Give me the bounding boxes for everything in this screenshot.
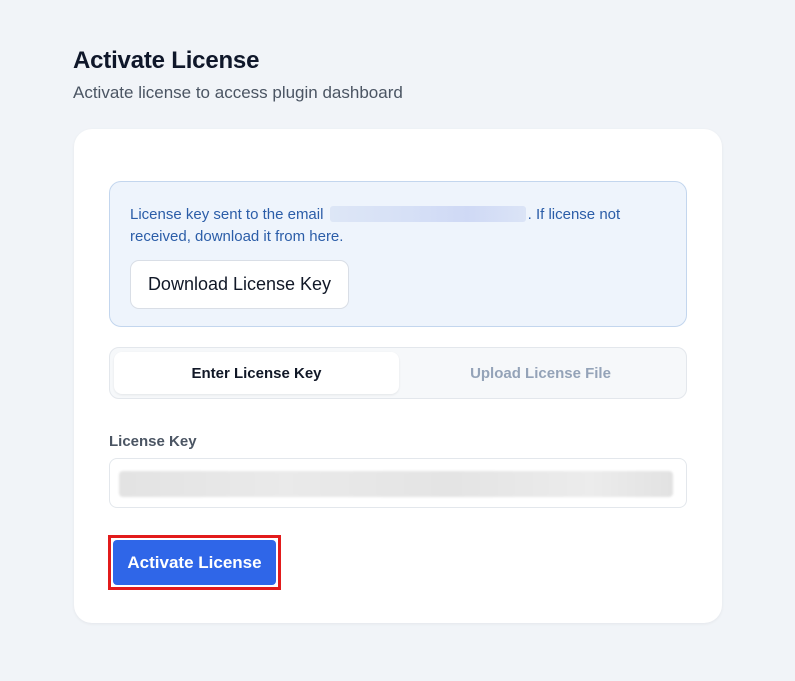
- redacted-email: [329, 206, 526, 222]
- tab-enter-license-key[interactable]: Enter License Key: [114, 352, 399, 394]
- page-title: Activate License: [73, 47, 260, 74]
- download-license-key-button[interactable]: Download License Key: [130, 260, 349, 309]
- license-info-box: License key sent to the email . If licen…: [109, 181, 687, 327]
- license-key-input[interactable]: [109, 458, 687, 508]
- activate-license-button[interactable]: Activate License: [113, 540, 276, 585]
- license-tabs: Enter License Key Upload License File: [109, 347, 687, 399]
- license-key-label: License Key: [109, 433, 197, 450]
- redacted-license-key: [119, 471, 673, 497]
- page-subtitle: Activate license to access plugin dashbo…: [73, 83, 403, 102]
- info-text-before: License key sent to the email: [130, 206, 324, 223]
- license-info-text: License key sent to the email . If licen…: [130, 204, 670, 248]
- license-card: License key sent to the email . If licen…: [74, 129, 722, 623]
- tab-upload-license-file[interactable]: Upload License File: [399, 352, 682, 394]
- activate-button-highlight: Activate License: [108, 535, 281, 590]
